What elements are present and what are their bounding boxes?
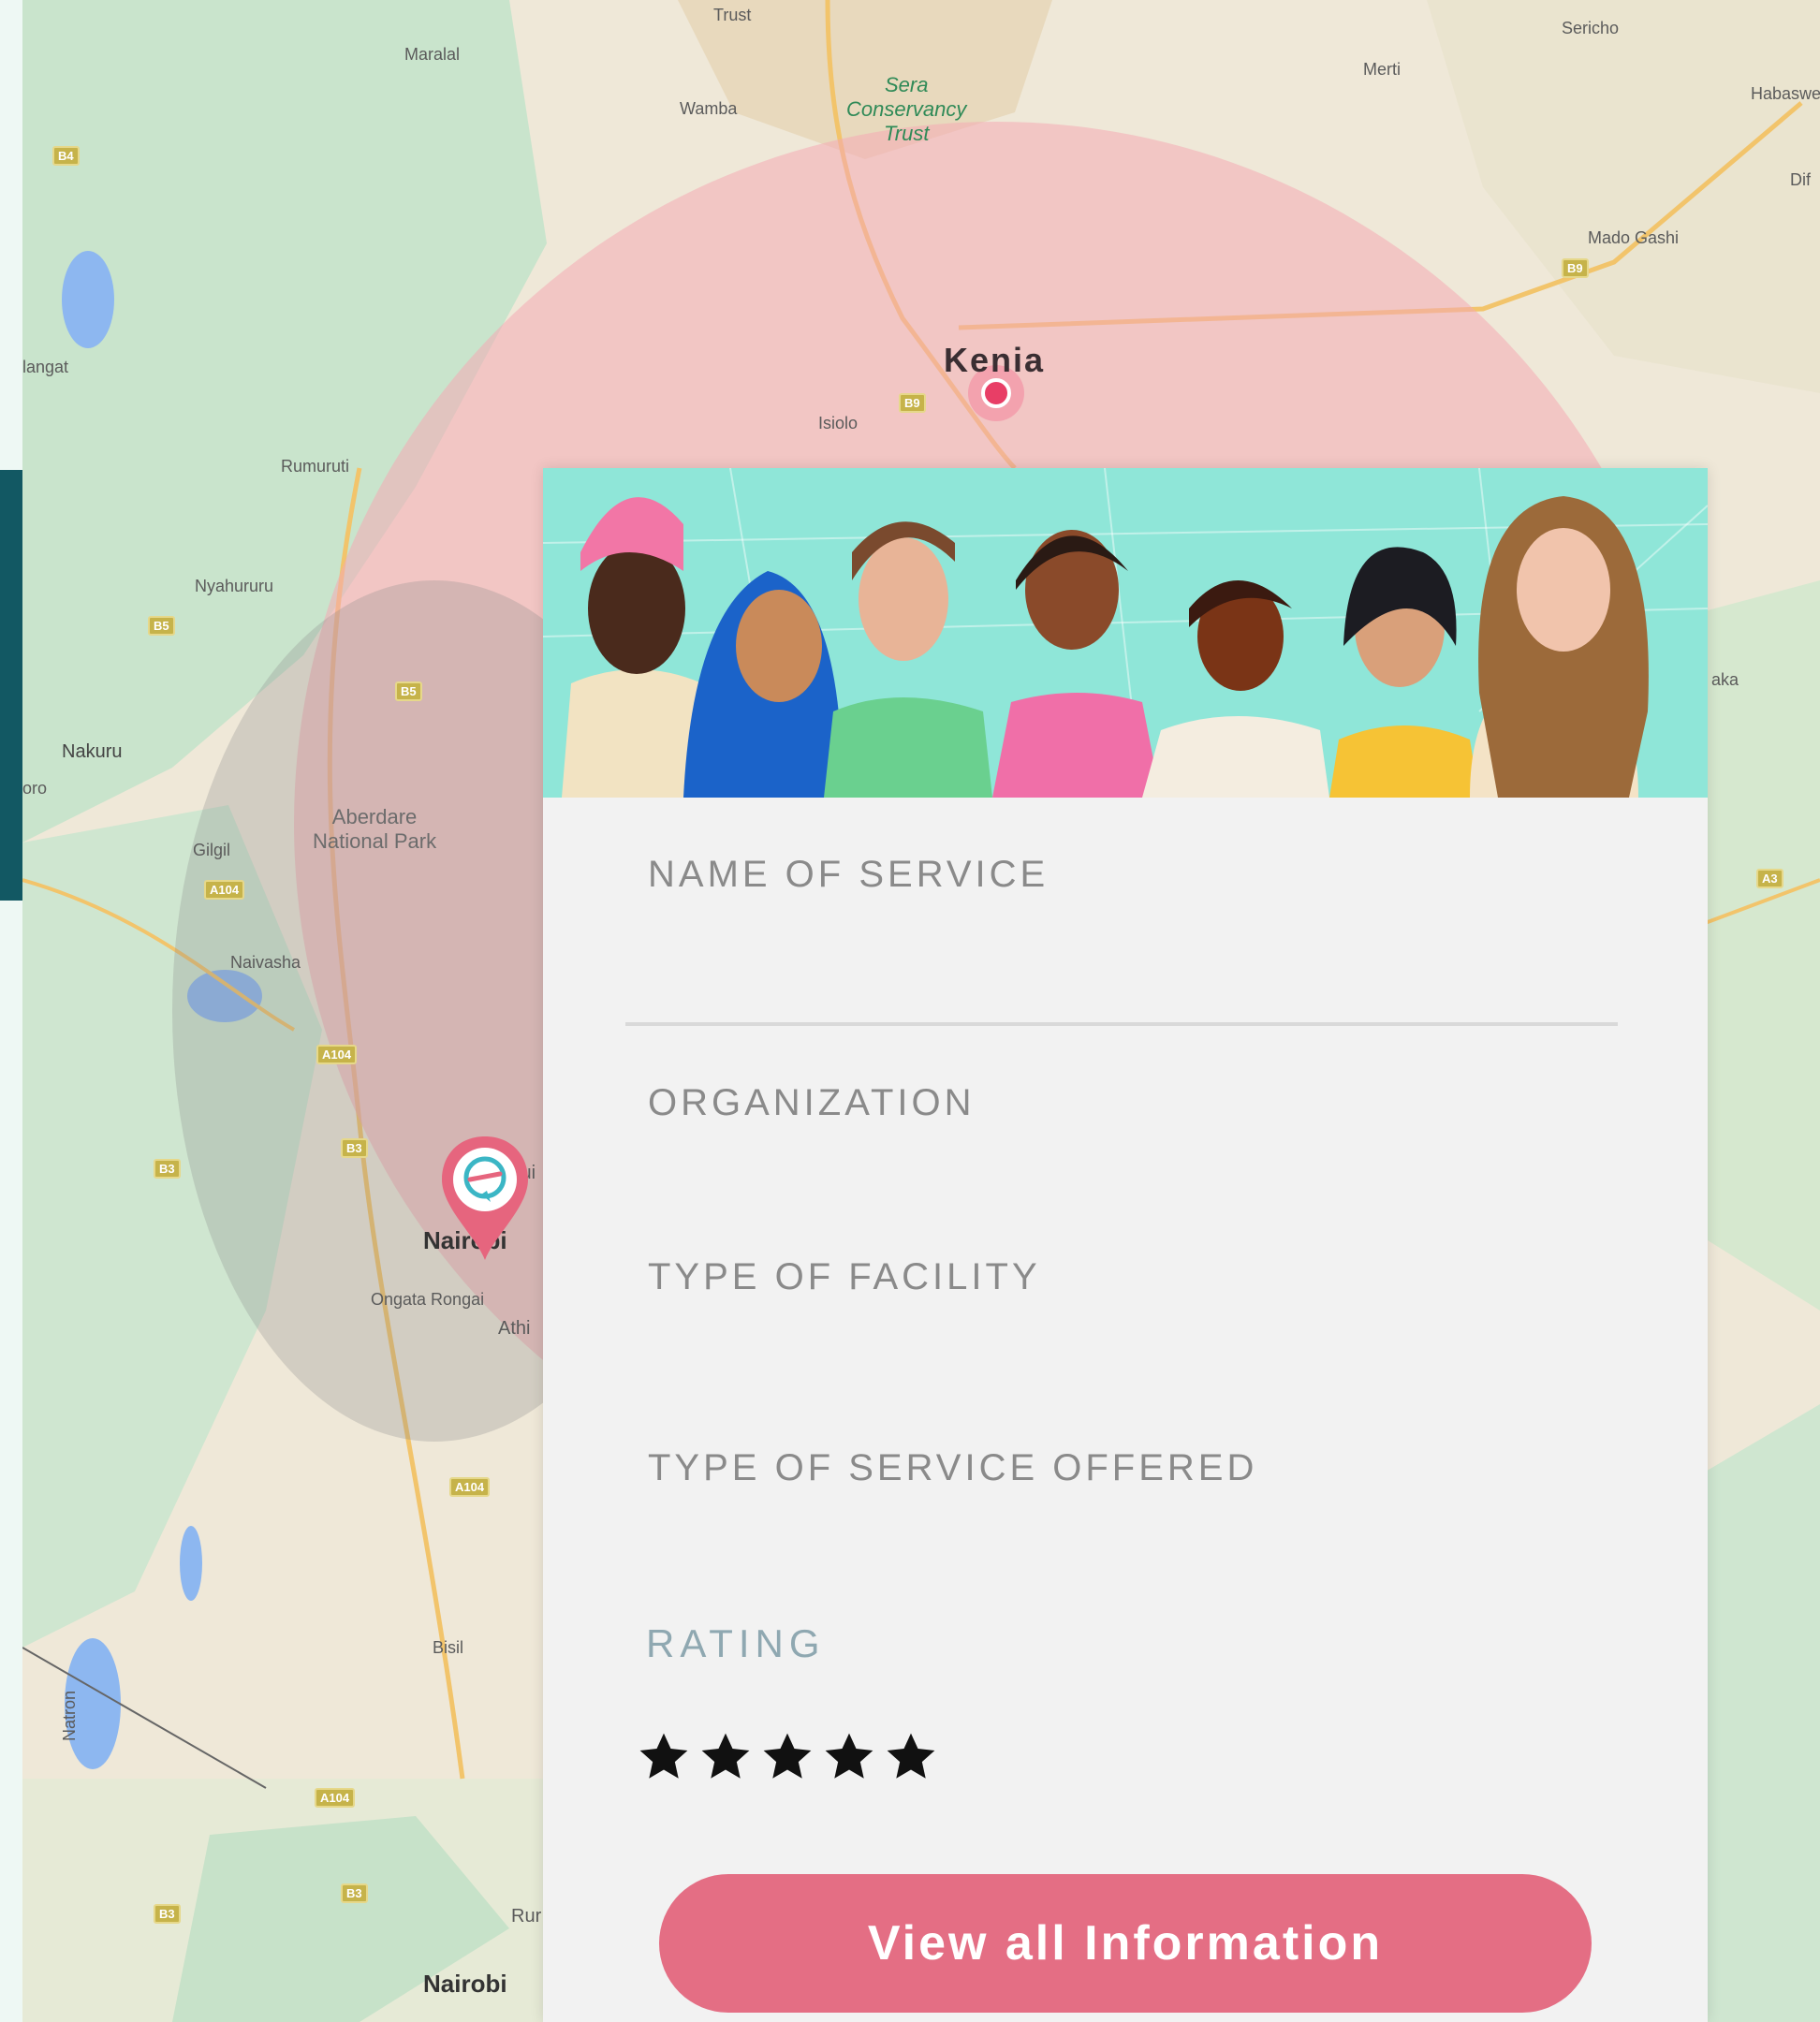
road-shield: B3 xyxy=(341,1883,368,1903)
map-label: Ongata Rongai xyxy=(371,1290,485,1309)
road-shield: A3 xyxy=(1756,869,1783,888)
map-label: Athi xyxy=(498,1318,531,1339)
map-label-kenia: Kenia xyxy=(944,341,1046,379)
type-of-facility-label: TYPE OF FACILITY xyxy=(648,1256,1041,1297)
map-label: Habaswe xyxy=(1751,84,1820,103)
road-shield: B9 xyxy=(899,393,926,413)
map-label: Gilgil xyxy=(193,841,231,859)
app-screen: Trust Sera Conservancy Trust Maralal Wam… xyxy=(0,0,1820,2022)
map-label: Maralal xyxy=(404,45,461,64)
road-shield: B5 xyxy=(148,616,175,636)
map-label: Naivasha xyxy=(230,953,301,972)
divider xyxy=(625,1022,1618,1026)
organization-label: ORGANIZATION xyxy=(648,1082,976,1123)
map-label: aka xyxy=(1711,670,1739,689)
map-label: Isiolo xyxy=(818,414,859,432)
map-label: Mado Gashi xyxy=(1588,228,1680,247)
service-info-card: NAME OF SERVICE ORGANIZATION TYPE OF FAC… xyxy=(543,468,1708,2022)
rating-label: RATING xyxy=(646,1621,826,1665)
left-margin xyxy=(0,0,22,2022)
location-pin-icon[interactable] xyxy=(438,1133,532,1264)
road-shield: A104 xyxy=(316,1045,358,1064)
road-shield: B5 xyxy=(395,681,422,701)
map-label: langat xyxy=(22,358,69,376)
view-all-information-button[interactable]: View all Information xyxy=(659,1874,1592,2013)
map-label: Nyahururu xyxy=(195,577,274,595)
side-drawer-tab[interactable] xyxy=(0,470,22,901)
map-label: Natron xyxy=(60,1690,79,1741)
road-shield: A104 xyxy=(449,1477,491,1497)
map-label: oro xyxy=(22,779,48,798)
map-label: Dif xyxy=(1790,170,1811,189)
map-label-nairobi: Nairobi xyxy=(423,1970,507,1998)
map-label-park: Aberdare National Park xyxy=(313,805,437,853)
star-icon xyxy=(887,1733,935,1779)
map-label-conservancy: Sera Conservancy Trust xyxy=(846,73,967,145)
road-shield: B4 xyxy=(52,146,80,166)
road-shield: B9 xyxy=(1562,258,1589,278)
star-icon xyxy=(763,1733,812,1779)
map-label: Rumuruti xyxy=(281,457,350,476)
lake xyxy=(62,251,114,348)
road-shield: B3 xyxy=(341,1138,368,1158)
type-of-service-offered-label: TYPE OF SERVICE OFFERED xyxy=(648,1447,1258,1488)
map-label: Sericho xyxy=(1562,19,1620,37)
map-label: Rur xyxy=(511,1906,542,1927)
star-icon xyxy=(701,1733,750,1779)
road-shield: A104 xyxy=(315,1788,356,1808)
map-label: Trust xyxy=(713,6,752,24)
road-shield: B3 xyxy=(154,1159,181,1179)
map-label: Bisil xyxy=(433,1638,464,1657)
map-label: Merti xyxy=(1363,60,1401,79)
star-icon xyxy=(639,1733,688,1779)
lake xyxy=(180,1526,202,1601)
map-label: Wamba xyxy=(680,99,738,118)
road-shield: A104 xyxy=(204,880,245,900)
name-of-service-label: NAME OF SERVICE xyxy=(648,854,1049,895)
map-label: Nakuru xyxy=(62,741,123,762)
women-illustration-banner xyxy=(543,468,1708,798)
location-dot xyxy=(981,378,1011,408)
star-icon xyxy=(825,1733,873,1779)
star-rating xyxy=(637,1730,938,1784)
road-shield: B3 xyxy=(154,1904,181,1924)
